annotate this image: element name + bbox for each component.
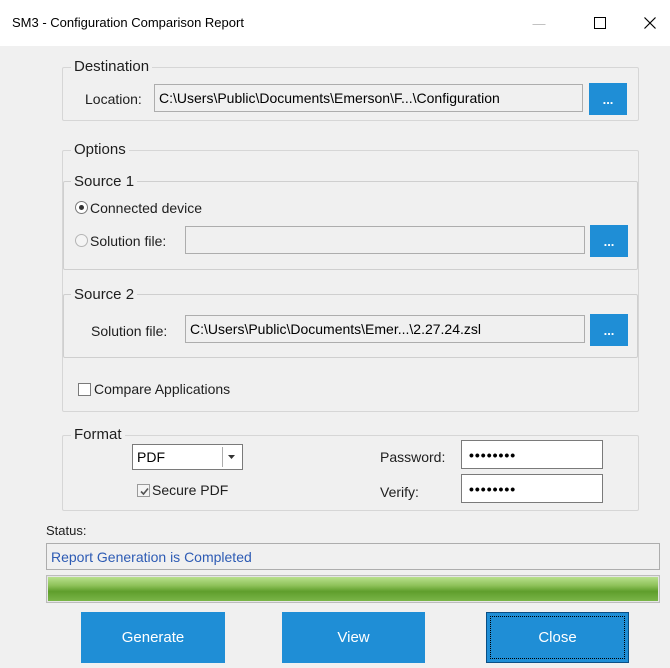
- destination-browse-button[interactable]: ...: [589, 83, 627, 115]
- generate-button[interactable]: Generate: [81, 612, 225, 663]
- chevron-down-icon: [228, 455, 235, 459]
- source2-solution-field[interactable]: C:\Users\Public\Documents\Emer...\2.27.2…: [185, 315, 585, 343]
- source2-legend: Source 2: [71, 286, 138, 304]
- solution-file-radio[interactable]: [75, 234, 88, 247]
- status-message: Report Generation is Completed: [46, 543, 660, 570]
- verify-label: Verify:: [380, 484, 419, 500]
- status-label: Status:: [46, 523, 87, 538]
- format-selected-value: PDF: [137, 449, 165, 465]
- source1-legend: Source 1: [71, 173, 138, 191]
- focus-ring: [490, 616, 625, 659]
- secure-pdf-checkbox[interactable]: [137, 484, 150, 497]
- progress-bar: [46, 575, 660, 603]
- title-bar[interactable]: SM3 - Configuration Comparison Report —: [0, 0, 670, 46]
- close-window-button[interactable]: [627, 8, 670, 38]
- secure-pdf-label[interactable]: Secure PDF: [152, 481, 228, 499]
- minimize-button[interactable]: —: [516, 8, 562, 38]
- source1-solution-label[interactable]: Solution file:: [90, 232, 166, 250]
- verify-input[interactable]: ••••••••: [461, 474, 603, 503]
- close-icon: [644, 17, 656, 29]
- maximize-icon: [594, 17, 606, 29]
- options-legend: Options: [71, 141, 129, 159]
- view-button[interactable]: View: [282, 612, 425, 663]
- connected-device-label[interactable]: Connected device: [90, 199, 202, 217]
- close-button[interactable]: Close: [486, 612, 629, 663]
- source1-solution-field[interactable]: [185, 226, 585, 254]
- password-label: Password:: [380, 449, 446, 465]
- location-field[interactable]: C:\Users\Public\Documents\Emerson\F...\C…: [154, 84, 583, 112]
- source2-solution-label: Solution file:: [91, 323, 168, 339]
- password-input[interactable]: ••••••••: [461, 440, 603, 469]
- destination-legend: Destination: [71, 58, 153, 76]
- progress-fill: [48, 577, 658, 601]
- compare-applications-label[interactable]: Compare Applications: [94, 380, 230, 398]
- format-select[interactable]: PDF: [132, 444, 243, 470]
- compare-applications-checkbox[interactable]: [78, 383, 91, 396]
- format-legend: Format: [71, 426, 125, 444]
- location-label: Location:: [85, 91, 142, 107]
- source1-browse-button[interactable]: ...: [590, 225, 628, 257]
- maximize-button[interactable]: [577, 8, 623, 38]
- checkmark-icon: [140, 487, 149, 496]
- connected-device-radio[interactable]: [75, 201, 88, 214]
- source2-browse-button[interactable]: ...: [590, 314, 628, 346]
- format-dropdown-button[interactable]: [222, 447, 240, 467]
- window-title: SM3 - Configuration Comparison Report: [12, 15, 244, 30]
